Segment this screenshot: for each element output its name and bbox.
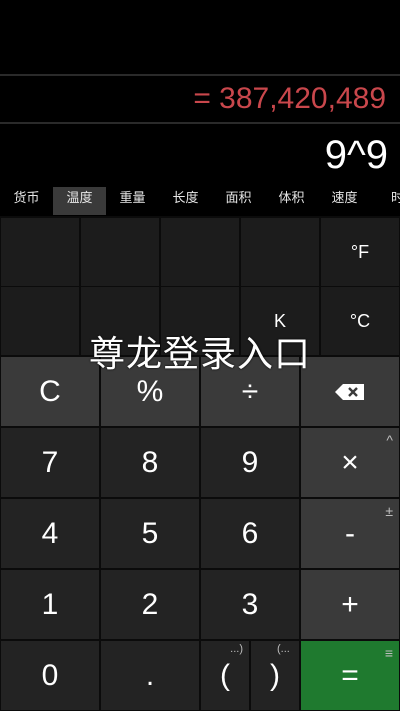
unit-celsius[interactable]: °C (321, 287, 399, 355)
plus-button[interactable]: + (301, 570, 399, 639)
status-area (0, 0, 400, 74)
unit-cell[interactable] (161, 218, 239, 286)
converter-tabs: 货币 温度 重量 长度 面积 体积 速度 时 (0, 187, 400, 215)
unit-cell[interactable] (1, 218, 79, 286)
digit-0-button[interactable]: 0 (1, 641, 99, 710)
backspace-icon (335, 383, 364, 400)
digit-3-button[interactable]: 3 (201, 570, 299, 639)
digit-1-button[interactable]: 1 (1, 570, 99, 639)
tab-time[interactable]: 时 (371, 187, 400, 215)
expression-display: 9^9 (324, 133, 388, 177)
right-paren-label: ) (270, 658, 280, 692)
result-display: = 387,420,489 (193, 82, 386, 115)
tab-temperature[interactable]: 温度 (53, 187, 106, 215)
watermark-overlay: 尊龙登录入口 (88, 334, 311, 375)
multiply-label: × (341, 445, 359, 479)
digit-9-button[interactable]: 9 (201, 428, 299, 497)
right-paren-hint: (... (277, 643, 290, 655)
left-paren-hint: ...) (230, 643, 243, 655)
plus-minus-hint: ± (385, 503, 393, 519)
tab-speed[interactable]: 速度 (318, 187, 371, 215)
digit-2-button[interactable]: 2 (101, 570, 199, 639)
unit-label: °F (350, 241, 370, 262)
power-hint: ^ (386, 432, 393, 448)
left-paren-button[interactable]: ( ...) (201, 641, 249, 710)
unit-cell[interactable] (241, 218, 319, 286)
tab-area[interactable]: 面积 (212, 187, 265, 215)
unit-cell[interactable] (1, 287, 79, 355)
tab-volume[interactable]: 体积 (265, 187, 318, 215)
unit-cell[interactable] (81, 218, 159, 286)
equals-button[interactable]: = ≡ (301, 641, 399, 710)
left-paren-label: ( (220, 658, 230, 692)
tab-length[interactable]: 长度 (159, 187, 212, 215)
digit-5-button[interactable]: 5 (101, 499, 199, 568)
equals-label: = (341, 658, 359, 692)
multiply-button[interactable]: × ^ (301, 428, 399, 497)
minus-label: - (345, 516, 355, 550)
tab-weight[interactable]: 重量 (106, 187, 159, 215)
unit-fahrenheit[interactable]: °F (321, 218, 399, 286)
menu-hint: ≡ (384, 645, 393, 661)
digit-6-button[interactable]: 6 (201, 499, 299, 568)
decimal-button[interactable]: . (101, 641, 199, 710)
keypad: C % ÷ 7 8 9 × ^ 4 5 6 - ± 1 2 3 + 0 . ( … (0, 356, 400, 711)
digit-8-button[interactable]: 8 (101, 428, 199, 497)
unit-label: °C (349, 310, 371, 331)
minus-button[interactable]: - ± (301, 499, 399, 568)
right-paren-button[interactable]: ) (... (251, 641, 299, 710)
digit-4-button[interactable]: 4 (1, 499, 99, 568)
digit-7-button[interactable]: 7 (1, 428, 99, 497)
tab-currency[interactable]: 货币 (0, 187, 53, 215)
